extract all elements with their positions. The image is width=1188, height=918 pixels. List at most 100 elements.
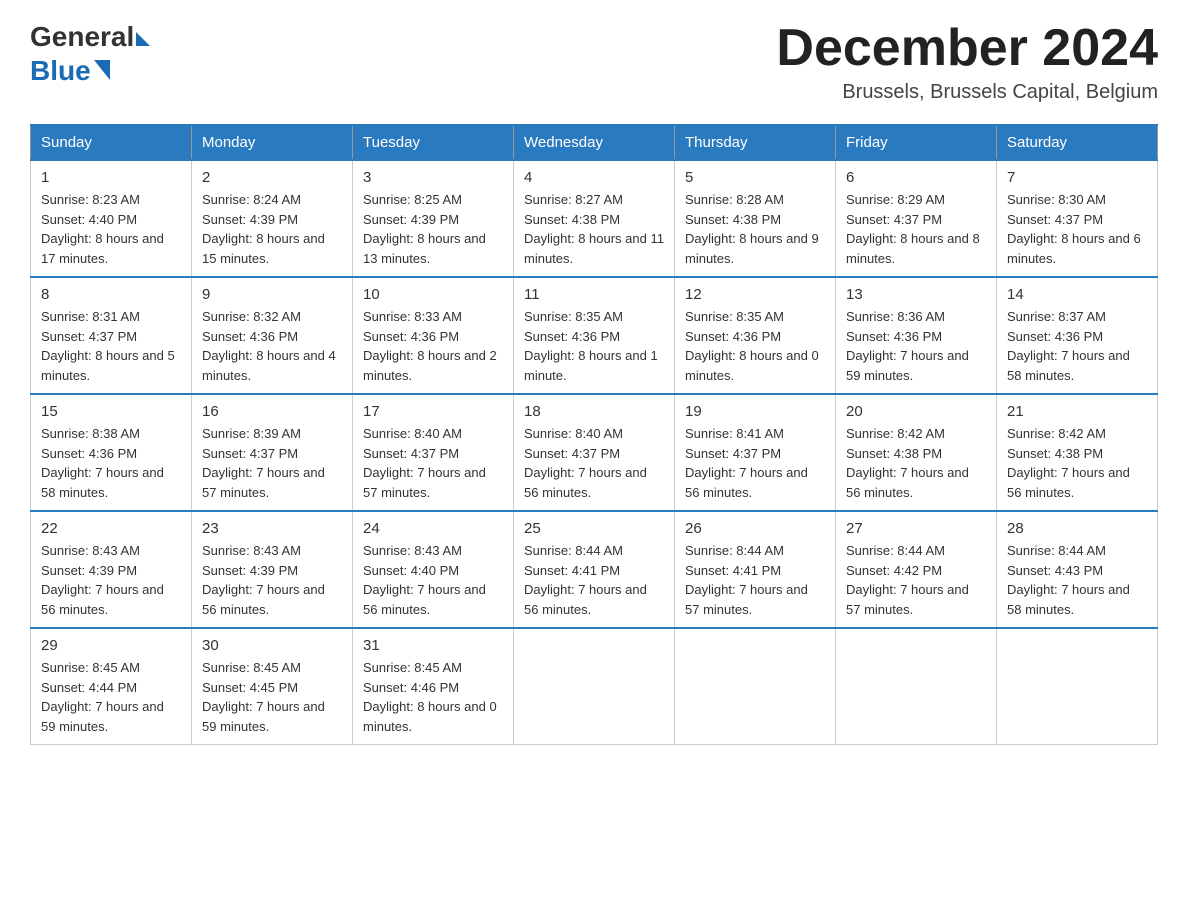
day-info: Sunrise: 8:45 AM Sunset: 4:46 PM Dayligh…	[363, 658, 503, 736]
day-info: Sunrise: 8:44 AM Sunset: 4:41 PM Dayligh…	[524, 541, 664, 619]
table-row: 19 Sunrise: 8:41 AM Sunset: 4:37 PM Dayl…	[675, 394, 836, 511]
day-number: 17	[363, 403, 503, 420]
day-info: Sunrise: 8:45 AM Sunset: 4:44 PM Dayligh…	[41, 658, 181, 736]
page-header: General Blue December 2024 Brussels, Bru…	[30, 20, 1158, 104]
calendar-week-row: 15 Sunrise: 8:38 AM Sunset: 4:36 PM Dayl…	[31, 394, 1158, 511]
day-number: 5	[685, 169, 825, 186]
day-info: Sunrise: 8:43 AM Sunset: 4:39 PM Dayligh…	[202, 541, 342, 619]
day-number: 4	[524, 169, 664, 186]
logo-blue-text: Blue	[30, 54, 110, 88]
day-number: 15	[41, 403, 181, 420]
table-row: 17 Sunrise: 8:40 AM Sunset: 4:37 PM Dayl…	[353, 394, 514, 511]
day-number: 9	[202, 286, 342, 303]
table-row	[675, 628, 836, 745]
day-info: Sunrise: 8:44 AM Sunset: 4:43 PM Dayligh…	[1007, 541, 1147, 619]
table-row: 21 Sunrise: 8:42 AM Sunset: 4:38 PM Dayl…	[997, 394, 1158, 511]
table-row: 10 Sunrise: 8:33 AM Sunset: 4:36 PM Dayl…	[353, 277, 514, 394]
day-info: Sunrise: 8:29 AM Sunset: 4:37 PM Dayligh…	[846, 190, 986, 268]
day-info: Sunrise: 8:35 AM Sunset: 4:36 PM Dayligh…	[685, 307, 825, 385]
day-info: Sunrise: 8:35 AM Sunset: 4:36 PM Dayligh…	[524, 307, 664, 385]
day-info: Sunrise: 8:24 AM Sunset: 4:39 PM Dayligh…	[202, 190, 342, 268]
table-row: 16 Sunrise: 8:39 AM Sunset: 4:37 PM Dayl…	[192, 394, 353, 511]
day-number: 10	[363, 286, 503, 303]
day-info: Sunrise: 8:38 AM Sunset: 4:36 PM Dayligh…	[41, 424, 181, 502]
table-row: 2 Sunrise: 8:24 AM Sunset: 4:39 PM Dayli…	[192, 160, 353, 277]
table-row: 4 Sunrise: 8:27 AM Sunset: 4:38 PM Dayli…	[514, 160, 675, 277]
col-tuesday: Tuesday	[353, 125, 514, 160]
day-info: Sunrise: 8:25 AM Sunset: 4:39 PM Dayligh…	[363, 190, 503, 268]
day-info: Sunrise: 8:43 AM Sunset: 4:40 PM Dayligh…	[363, 541, 503, 619]
day-info: Sunrise: 8:42 AM Sunset: 4:38 PM Dayligh…	[1007, 424, 1147, 502]
day-number: 20	[846, 403, 986, 420]
day-number: 18	[524, 403, 664, 420]
day-info: Sunrise: 8:27 AM Sunset: 4:38 PM Dayligh…	[524, 190, 664, 268]
day-number: 23	[202, 520, 342, 537]
location-text: Brussels, Brussels Capital, Belgium	[776, 81, 1158, 104]
day-number: 13	[846, 286, 986, 303]
day-info: Sunrise: 8:37 AM Sunset: 4:36 PM Dayligh…	[1007, 307, 1147, 385]
calendar-week-row: 22 Sunrise: 8:43 AM Sunset: 4:39 PM Dayl…	[31, 511, 1158, 628]
day-info: Sunrise: 8:41 AM Sunset: 4:37 PM Dayligh…	[685, 424, 825, 502]
calendar-week-row: 1 Sunrise: 8:23 AM Sunset: 4:40 PM Dayli…	[31, 160, 1158, 277]
day-info: Sunrise: 8:40 AM Sunset: 4:37 PM Dayligh…	[363, 424, 503, 502]
day-number: 28	[1007, 520, 1147, 537]
logo-general-text: General	[30, 20, 150, 54]
table-row: 5 Sunrise: 8:28 AM Sunset: 4:38 PM Dayli…	[675, 160, 836, 277]
table-row: 18 Sunrise: 8:40 AM Sunset: 4:37 PM Dayl…	[514, 394, 675, 511]
table-row: 29 Sunrise: 8:45 AM Sunset: 4:44 PM Dayl…	[31, 628, 192, 745]
day-number: 14	[1007, 286, 1147, 303]
day-number: 30	[202, 637, 342, 654]
day-info: Sunrise: 8:42 AM Sunset: 4:38 PM Dayligh…	[846, 424, 986, 502]
table-row: 28 Sunrise: 8:44 AM Sunset: 4:43 PM Dayl…	[997, 511, 1158, 628]
table-row: 23 Sunrise: 8:43 AM Sunset: 4:39 PM Dayl…	[192, 511, 353, 628]
day-number: 31	[363, 637, 503, 654]
day-number: 1	[41, 169, 181, 186]
day-info: Sunrise: 8:44 AM Sunset: 4:42 PM Dayligh…	[846, 541, 986, 619]
day-number: 16	[202, 403, 342, 420]
title-block: December 2024 Brussels, Brussels Capital…	[776, 20, 1158, 104]
logo: General Blue	[30, 20, 150, 87]
day-number: 29	[41, 637, 181, 654]
day-number: 6	[846, 169, 986, 186]
table-row: 27 Sunrise: 8:44 AM Sunset: 4:42 PM Dayl…	[836, 511, 997, 628]
table-row: 30 Sunrise: 8:45 AM Sunset: 4:45 PM Dayl…	[192, 628, 353, 745]
table-row	[836, 628, 997, 745]
day-info: Sunrise: 8:44 AM Sunset: 4:41 PM Dayligh…	[685, 541, 825, 619]
day-number: 27	[846, 520, 986, 537]
day-info: Sunrise: 8:39 AM Sunset: 4:37 PM Dayligh…	[202, 424, 342, 502]
day-number: 19	[685, 403, 825, 420]
table-row: 15 Sunrise: 8:38 AM Sunset: 4:36 PM Dayl…	[31, 394, 192, 511]
logo-icon	[94, 60, 110, 80]
day-info: Sunrise: 8:36 AM Sunset: 4:36 PM Dayligh…	[846, 307, 986, 385]
day-number: 24	[363, 520, 503, 537]
col-thursday: Thursday	[675, 125, 836, 160]
calendar-week-row: 8 Sunrise: 8:31 AM Sunset: 4:37 PM Dayli…	[31, 277, 1158, 394]
day-info: Sunrise: 8:45 AM Sunset: 4:45 PM Dayligh…	[202, 658, 342, 736]
table-row: 14 Sunrise: 8:37 AM Sunset: 4:36 PM Dayl…	[997, 277, 1158, 394]
day-number: 8	[41, 286, 181, 303]
col-sunday: Sunday	[31, 125, 192, 160]
table-row: 31 Sunrise: 8:45 AM Sunset: 4:46 PM Dayl…	[353, 628, 514, 745]
table-row: 12 Sunrise: 8:35 AM Sunset: 4:36 PM Dayl…	[675, 277, 836, 394]
calendar-week-row: 29 Sunrise: 8:45 AM Sunset: 4:44 PM Dayl…	[31, 628, 1158, 745]
table-row: 3 Sunrise: 8:25 AM Sunset: 4:39 PM Dayli…	[353, 160, 514, 277]
table-row: 13 Sunrise: 8:36 AM Sunset: 4:36 PM Dayl…	[836, 277, 997, 394]
table-row: 8 Sunrise: 8:31 AM Sunset: 4:37 PM Dayli…	[31, 277, 192, 394]
day-number: 12	[685, 286, 825, 303]
table-row: 9 Sunrise: 8:32 AM Sunset: 4:36 PM Dayli…	[192, 277, 353, 394]
col-friday: Friday	[836, 125, 997, 160]
day-info: Sunrise: 8:30 AM Sunset: 4:37 PM Dayligh…	[1007, 190, 1147, 268]
day-number: 2	[202, 169, 342, 186]
day-info: Sunrise: 8:23 AM Sunset: 4:40 PM Dayligh…	[41, 190, 181, 268]
table-row: 25 Sunrise: 8:44 AM Sunset: 4:41 PM Dayl…	[514, 511, 675, 628]
table-row: 24 Sunrise: 8:43 AM Sunset: 4:40 PM Dayl…	[353, 511, 514, 628]
day-info: Sunrise: 8:32 AM Sunset: 4:36 PM Dayligh…	[202, 307, 342, 385]
table-row: 20 Sunrise: 8:42 AM Sunset: 4:38 PM Dayl…	[836, 394, 997, 511]
day-number: 3	[363, 169, 503, 186]
table-row: 7 Sunrise: 8:30 AM Sunset: 4:37 PM Dayli…	[997, 160, 1158, 277]
day-number: 25	[524, 520, 664, 537]
day-info: Sunrise: 8:40 AM Sunset: 4:37 PM Dayligh…	[524, 424, 664, 502]
day-number: 26	[685, 520, 825, 537]
table-row: 26 Sunrise: 8:44 AM Sunset: 4:41 PM Dayl…	[675, 511, 836, 628]
day-number: 11	[524, 286, 664, 303]
